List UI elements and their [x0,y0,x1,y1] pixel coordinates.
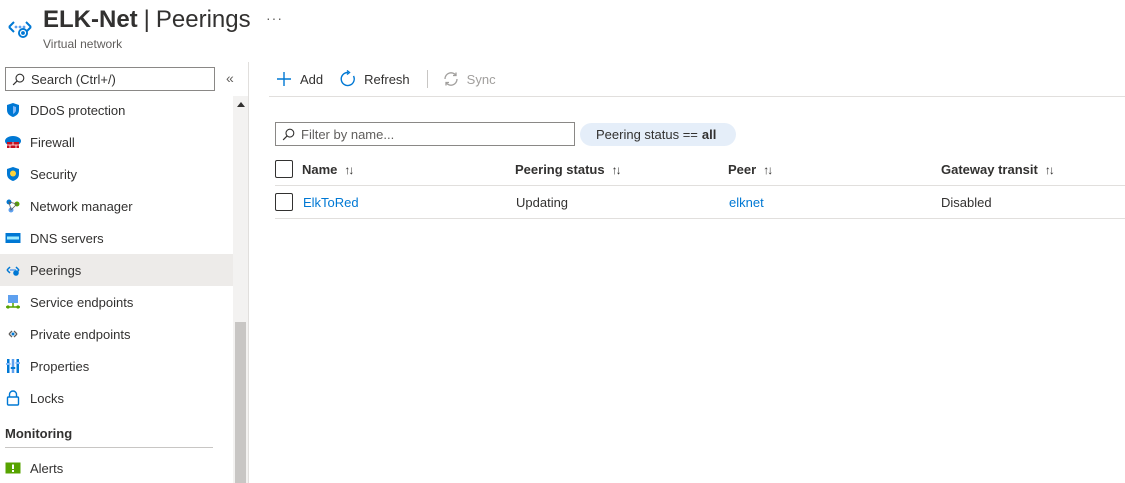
sidebar-item-label: Locks [30,390,64,406]
blade-name: Peerings [155,6,251,33]
table-header-row: Name ↑↓ Peering status ↑↓ Peer ↑↓ Gatewa… [275,153,1125,186]
service-endpoints-icon [4,293,22,311]
sidebar-item-peerings[interactable]: Peerings [0,254,233,286]
search-icon [12,73,25,85]
sidebar-item-firewall[interactable]: Firewall [0,126,233,158]
column-header-label: Gateway transit [941,162,1038,177]
sidebar-item-security[interactable]: Security [0,158,233,190]
sidebar-item-label: Private endpoints [30,326,131,342]
gateway-transit-cell: Disabled [941,195,992,210]
network-manager-icon [4,197,22,215]
filter-pill-label: Peering status == [596,127,698,142]
peerings-icon [4,261,22,279]
menu-search-input[interactable]: Search (Ctrl+/) [5,67,215,91]
sidebar-item-label: Alerts [30,460,64,476]
virtual-network-icon [8,21,32,38]
sidebar-item-private-endpoints[interactable]: Private endpoints [0,318,233,350]
refresh-button[interactable]: Refresh [339,70,410,88]
toolbar-separator [426,70,428,88]
search-icon [282,128,295,140]
sidebar-item-network-manager[interactable]: Network manager [0,190,233,222]
sort-icon: ↑↓ [1044,162,1055,177]
filter-by-name-input[interactable]: Filter by name... [275,122,575,146]
command-bar: Add Refresh Sync [275,67,512,91]
dns-servers-icon [4,229,22,247]
sidebar-item-ddos-protection[interactable]: DDoS protection [0,94,233,126]
filter-placeholder: Filter by name... [301,126,395,142]
sort-icon: ↑↓ [763,162,773,177]
column-header-gateway-transit[interactable]: Gateway transit ↑↓ [941,153,1055,186]
firewall-icon [4,133,22,151]
column-header-label: Name [302,162,338,177]
column-header-peering-status[interactable]: Peering status ↑↓ [515,153,622,186]
scroll-up-arrow-icon[interactable] [237,102,245,107]
sidebar-item-label: DDoS protection [30,102,126,118]
table-row: ElkToRed Updating elknet Disabled [275,186,1125,219]
peerings-table: Name ↑↓ Peering status ↑↓ Peer ↑↓ Gatewa… [275,153,1125,219]
sidebar-item-dns-servers[interactable]: DNS servers [0,222,233,254]
resource-menu: Search (Ctrl+/) « DDoS protection Firewa… [0,62,248,483]
lock-icon [4,389,22,407]
sidebar-item-alerts[interactable]: Alerts [0,452,233,483]
row-checkbox[interactable] [275,193,293,211]
shield-icon [4,101,22,119]
sync-button[interactable]: Sync [442,70,496,88]
more-options-button[interactable]: ··· [266,10,283,26]
sidebar-item-label: Peerings [30,262,82,278]
column-header-peer[interactable]: Peer ↑↓ [728,153,773,186]
monitoring-section-header: Monitoring [0,414,233,452]
sidebar-item-locks[interactable]: Locks [0,382,233,414]
scrollbar-thumb[interactable] [235,322,246,483]
menu-search-placeholder: Search (Ctrl+/) [31,71,116,87]
resource-type: Virtual network [43,37,123,51]
properties-icon [4,357,22,375]
sidebar-item-label: Service endpoints [30,294,134,310]
sidebar-item-label: Network manager [30,198,133,214]
column-header-name[interactable]: Name ↑↓ [302,153,354,186]
filter-pill-value: all [701,127,717,142]
peering-status-cell: Updating [516,195,569,210]
section-title: Monitoring [5,425,73,441]
add-button-label: Add [300,71,324,87]
sidebar-item-service-endpoints[interactable]: Service endpoints [0,286,233,318]
sidebar-item-label: Firewall [30,134,75,150]
sync-button-label: Sync [466,71,496,87]
page-header: ELK-Net | Peerings ··· Virtual network [0,0,1125,58]
private-endpoints-icon [4,325,22,343]
add-button[interactable]: Add [275,70,323,88]
column-header-label: Peering status [515,162,605,177]
sidebar-item-label: Properties [30,358,90,374]
resource-name: ELK-Net [43,6,138,33]
column-header-label: Peer [728,162,757,177]
command-bar-divider [269,96,1125,97]
plus-icon [277,72,291,86]
main-content: Add Refresh Sync Filter by name... Peeri… [249,62,1125,483]
sync-icon [444,72,458,86]
sort-icon: ↑↓ [344,162,354,177]
peering-name-link[interactable]: ElkToRed [303,186,359,219]
sidebar-item-label: Security [30,166,77,182]
section-divider [5,447,213,448]
security-shield-icon [4,165,22,183]
menu-scrollbar[interactable] [233,96,248,483]
page-title: ELK-Net | Peerings [43,6,251,34]
peering-status-filter-pill[interactable]: Peering status == all [580,123,737,146]
sidebar-item-properties[interactable]: Properties [0,350,233,382]
refresh-icon [340,70,356,87]
refresh-button-label: Refresh [364,71,410,87]
nav-list: DDoS protection Firewall Security Networ… [0,94,233,483]
sidebar-item-label: DNS servers [30,230,104,246]
sort-icon: ↑↓ [611,162,622,177]
select-all-checkbox[interactable] [275,160,293,178]
collapse-menu-button[interactable]: « [226,70,234,86]
peer-link[interactable]: elknet [729,186,764,219]
alerts-icon [4,459,22,477]
title-separator: | [143,6,150,33]
